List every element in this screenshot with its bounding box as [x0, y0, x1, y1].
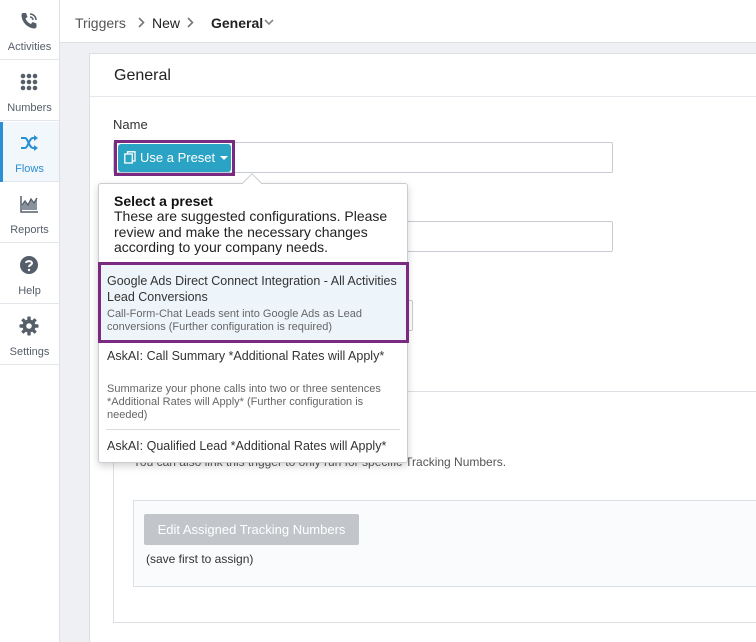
card-header: General	[90, 54, 756, 97]
sidebar-item-label: Reports	[10, 224, 49, 236]
sidebar-item-reports[interactable]: Reports	[0, 183, 59, 243]
sidebar-item-label: Activities	[7, 41, 52, 53]
page-title: General	[114, 67, 171, 84]
sidebar-item-label: Flows	[15, 163, 44, 175]
preset-option[interactable]: AskAI: Qualified Lead *Additional Rates …	[100, 434, 406, 462]
preset-option-title: AskAI: Call Summary *Additional Rates wi…	[107, 349, 385, 363]
sidebar: Activities Numbers Flows Reports Help Se…	[0, 0, 60, 642]
sidebar-item-flows[interactable]: Flows	[0, 122, 59, 182]
hidden-field-input[interactable]	[398, 221, 613, 252]
help-icon	[20, 256, 38, 274]
sidebar-item-activities[interactable]: Activities	[0, 0, 59, 60]
preset-option[interactable]: AskAI: Call Summary *Additional Rates wi…	[100, 344, 406, 430]
phone-icon	[21, 13, 37, 29]
breadcrumb-general[interactable]: General	[211, 15, 263, 31]
breadcrumb: Triggers New General	[60, 0, 756, 43]
sidebar-item-label: Numbers	[7, 102, 52, 114]
name-label: Name	[113, 117, 148, 132]
chevron-right-icon	[187, 17, 194, 28]
preset-option-description: Summarize your phone calls into two or t…	[107, 383, 381, 421]
breadcrumb-new[interactable]: New	[152, 15, 180, 31]
shuffle-icon	[21, 135, 38, 151]
chart-icon	[20, 196, 38, 213]
highlight-frame	[98, 262, 409, 343]
chevron-right-icon	[138, 17, 145, 28]
gear-icon	[19, 316, 39, 336]
popover-title: Select a preset	[114, 193, 213, 209]
popover-description: These are suggested configurations. Plea…	[114, 208, 388, 255]
edit-tracking-numbers-button[interactable]: Edit Assigned Tracking Numbers	[144, 514, 359, 545]
divider	[106, 429, 400, 430]
sidebar-item-numbers[interactable]: Numbers	[0, 61, 59, 121]
sidebar-item-label: Settings	[9, 346, 50, 358]
sidebar-item-label: Help	[18, 285, 41, 297]
chevron-down-icon[interactable]	[264, 19, 274, 26]
sidebar-item-settings[interactable]: Settings	[0, 305, 59, 365]
breadcrumb-triggers[interactable]: Triggers	[75, 15, 126, 31]
highlight-frame	[114, 140, 235, 176]
sidebar-item-help[interactable]: Help	[0, 244, 59, 304]
grid-dots-icon	[20, 73, 38, 91]
preset-option-title: AskAI: Qualified Lead *Additional Rates …	[107, 439, 387, 453]
save-first-note: (save first to assign)	[146, 552, 254, 566]
